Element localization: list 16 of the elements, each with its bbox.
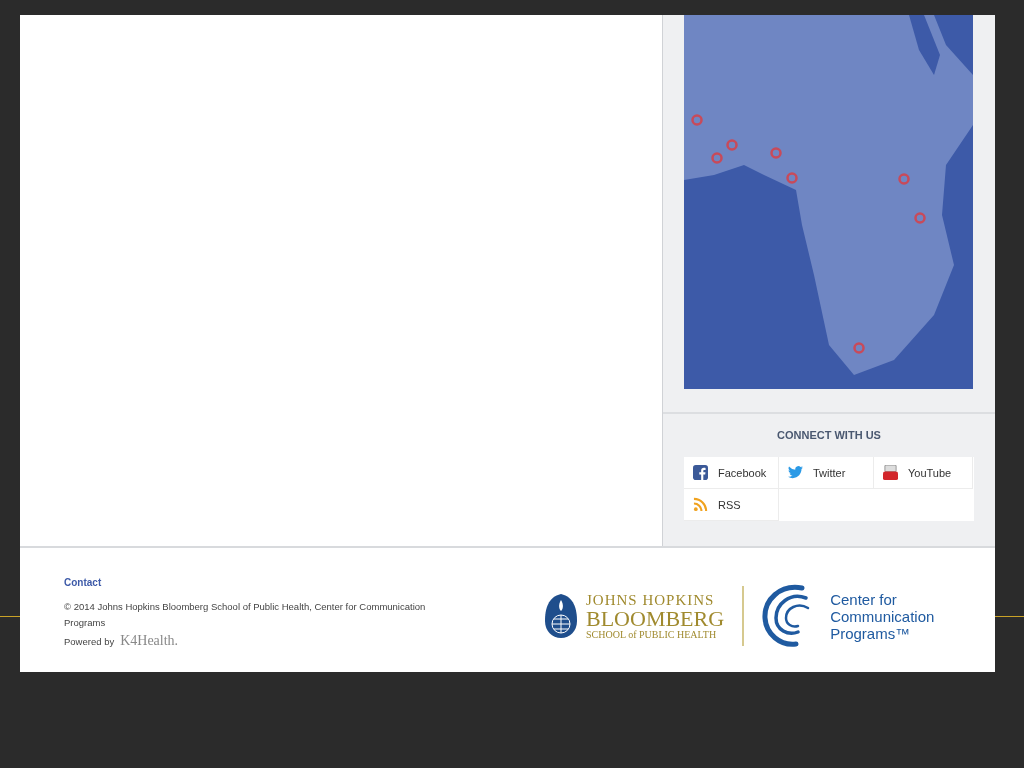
copyright-text: © 2014 Johns Hopkins Bloomberg School of Public Health, Center for Communication Programs [64,600,427,630]
social-link[interactable]: Twitter [779,457,874,489]
bird-icon [788,465,803,480]
social-link[interactable]: YouTube [874,457,973,489]
social-link[interactable]: RSS [684,489,779,521]
youtube-icon [883,465,898,480]
shield-globe-icon [544,593,578,639]
jhu-logo[interactable]: JOHNS HOPKINS BLOOMBERG SCHOOL of PUBLIC HEALTH [586,592,725,640]
facebook-icon [693,465,708,480]
social-link[interactable]: Facebook [684,457,779,489]
k4health-logo[interactable]: K4Health. [120,633,179,649]
contact-link[interactable]: Contact [64,577,102,588]
powered-by-text: Powered by [64,635,115,647]
section-heading: CONNECT WITH US [776,429,882,441]
rss-icon [693,497,708,512]
ccp-logo[interactable]: Center for Communication Programs™ [830,590,935,642]
